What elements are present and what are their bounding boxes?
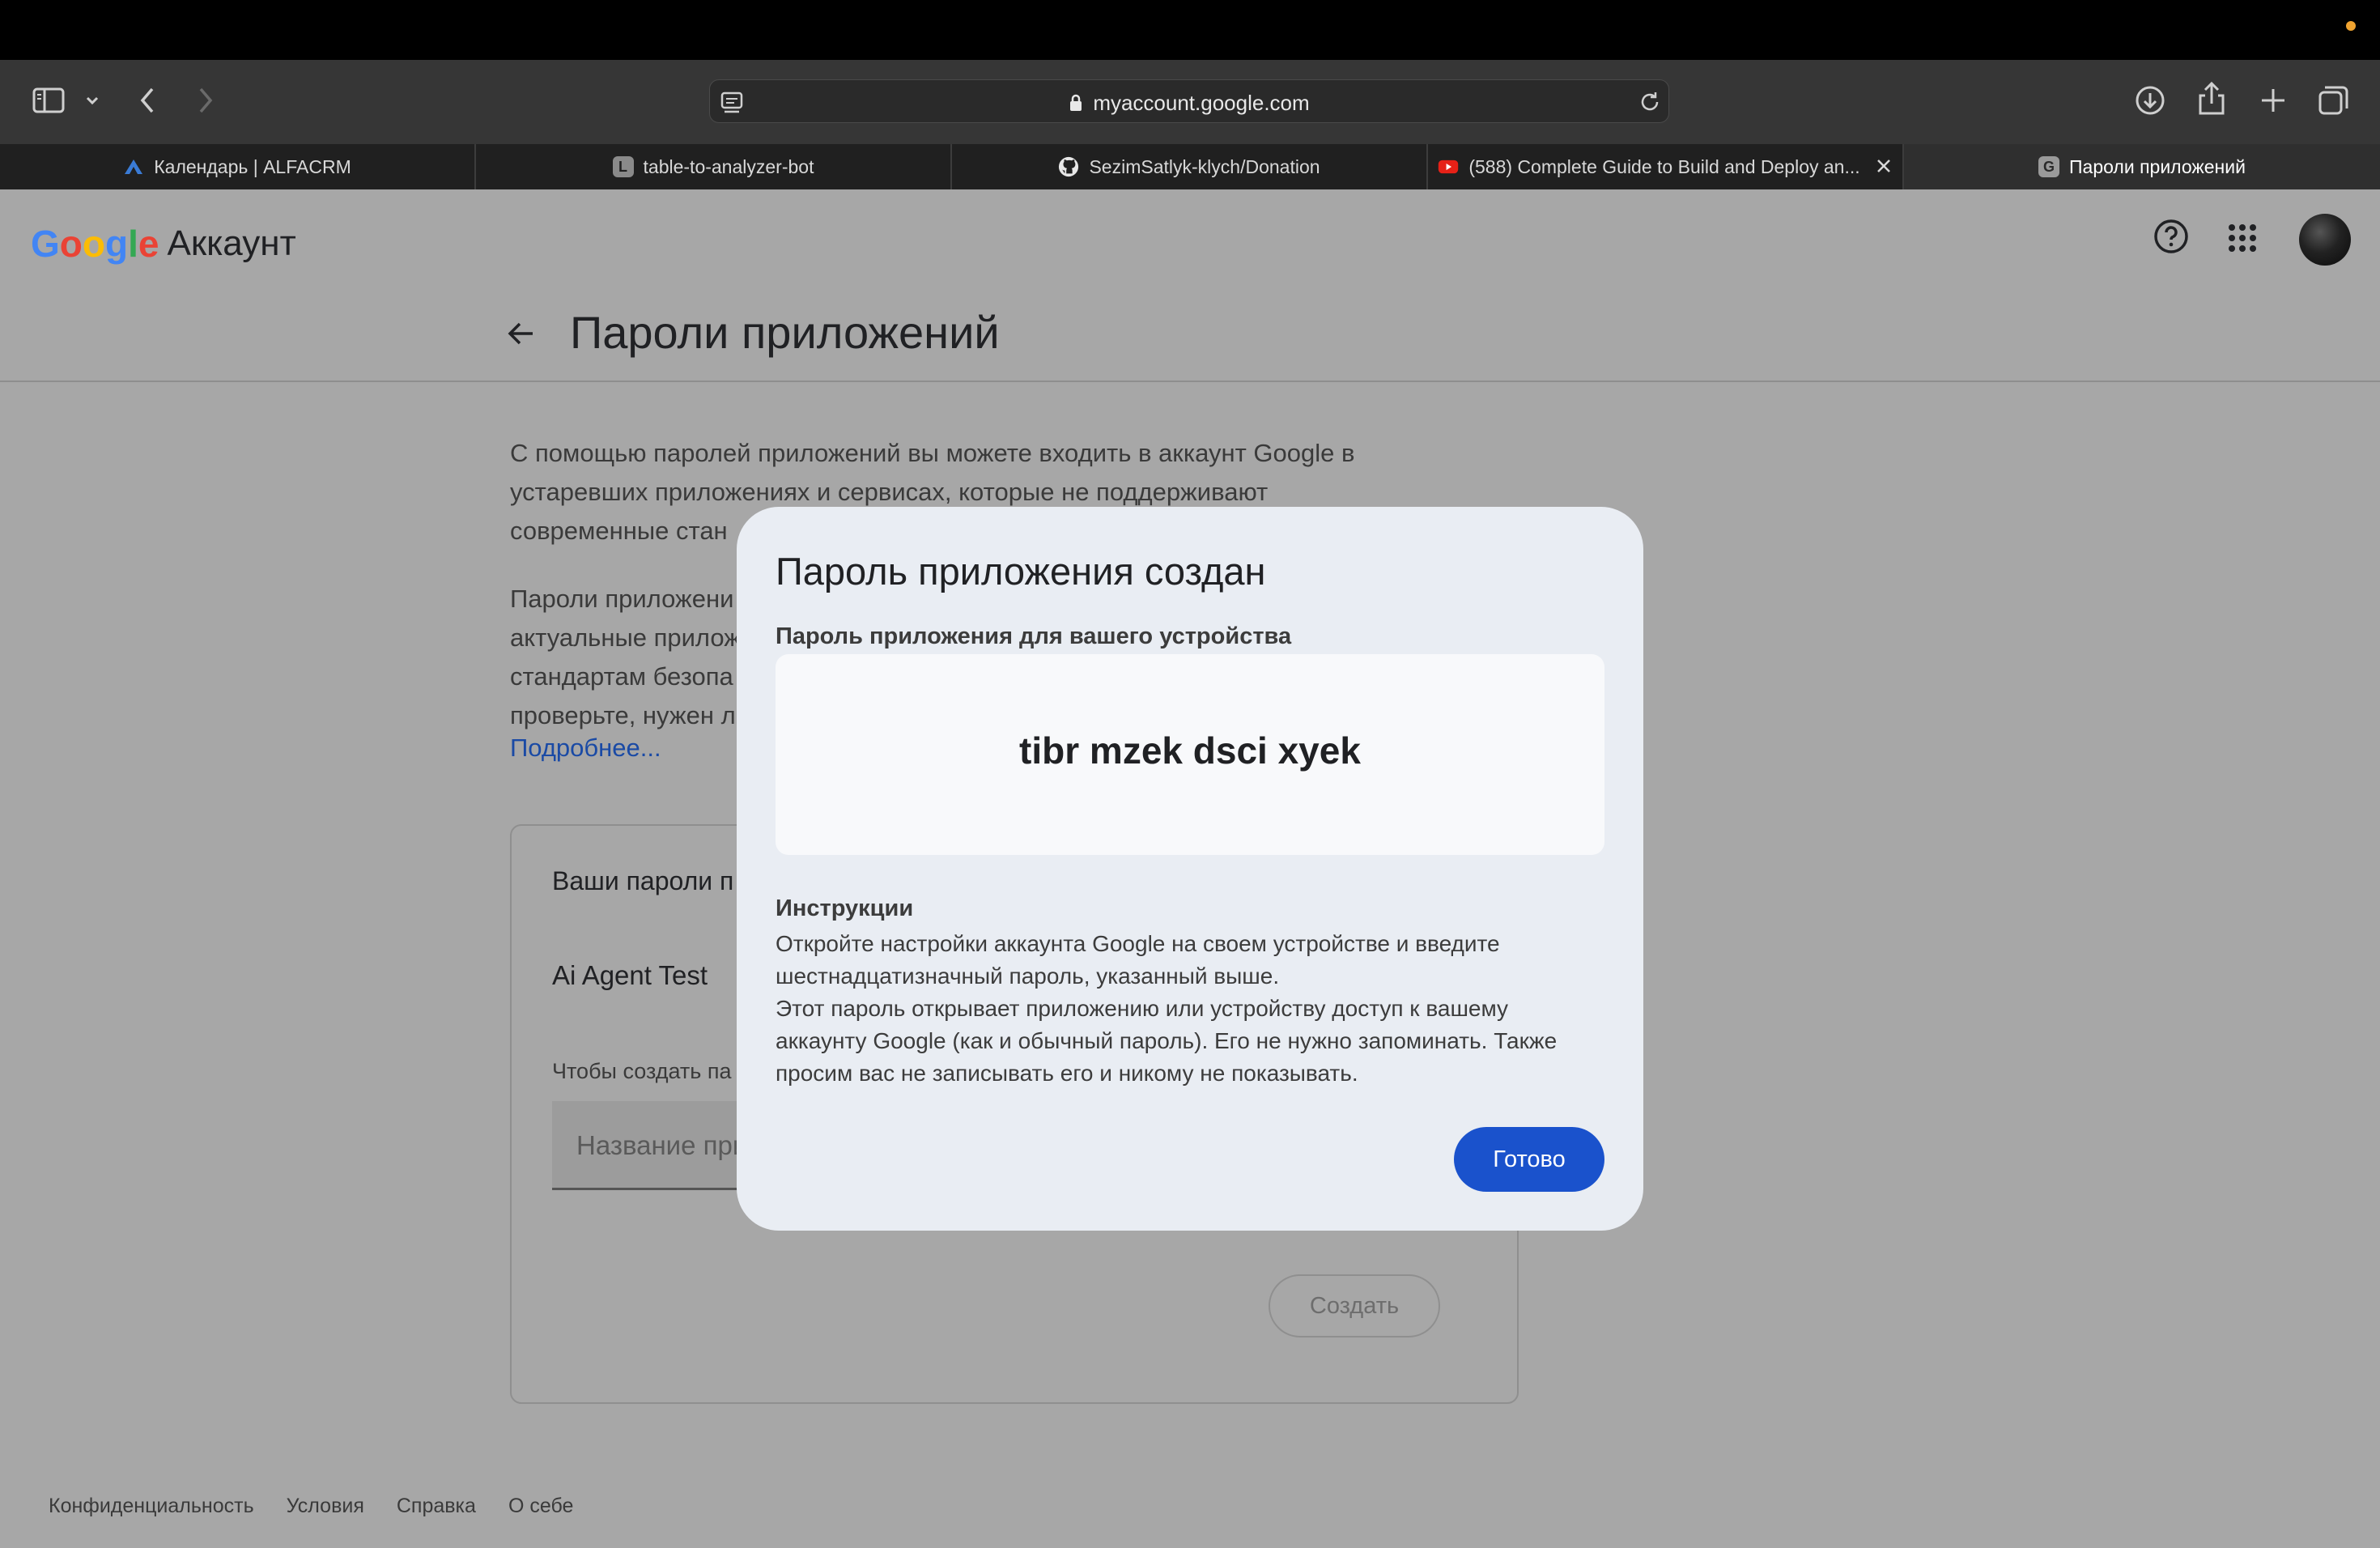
google-account-logo[interactable]: Google Аккаунт xyxy=(31,222,296,266)
instructions-text: Откройте настройки аккаунта Google на св… xyxy=(776,928,1609,1090)
instruction-line: просим вас не записывать его и никому не… xyxy=(776,1061,1358,1086)
lock-icon xyxy=(1069,92,1083,117)
tab-github-donation[interactable]: SezimSatlyk-klych/Donation xyxy=(952,144,1428,189)
app-name-placeholder: Название при xyxy=(576,1130,748,1160)
tab-youtube-guide[interactable]: (588) Complete Guide to Build and Deploy… xyxy=(1428,144,1904,189)
instruction-line: Откройте настройки аккаунта Google на св… xyxy=(776,931,1500,956)
password-created-dialog: Пароль приложения создан Пароль приложен… xyxy=(737,507,1643,1231)
tab-label: (588) Complete Guide to Build and Deploy… xyxy=(1468,155,1860,177)
close-tab-icon[interactable] xyxy=(1875,157,1893,180)
address-bar[interactable]: myaccount.google.com xyxy=(709,79,1669,123)
tab-table-to-analyzer-bot[interactable]: L table-to-analyzer-bot xyxy=(476,144,952,189)
intro-line: устаревших приложениях и сервисах, котор… xyxy=(510,478,1269,506)
password-label: Пароль приложения для вашего устройства xyxy=(776,623,1292,649)
account-wordmark: Аккаунт xyxy=(167,223,296,263)
create-button[interactable]: Создать xyxy=(1269,1274,1440,1337)
instruction-line: Этот пароль открывает приложению или уст… xyxy=(776,996,1509,1021)
url-display[interactable]: myaccount.google.com xyxy=(710,91,1668,117)
recording-indicator xyxy=(2346,21,2356,31)
page-title: Пароли приложений xyxy=(570,307,1000,358)
instructions-title: Инструкции xyxy=(776,895,914,921)
github-icon xyxy=(1058,156,1079,177)
footer-link-help[interactable]: Справка xyxy=(397,1495,476,1518)
alfacrm-icon xyxy=(123,156,144,177)
footer-link-about[interactable]: О себе xyxy=(508,1495,573,1518)
tab-app-passwords[interactable]: G Пароли приложений xyxy=(1904,144,2380,189)
youtube-icon xyxy=(1438,156,1459,177)
new-tab-icon[interactable] xyxy=(2259,86,2288,115)
dialog-title: Пароль приложения создан xyxy=(776,550,1266,593)
back-nav-icon[interactable] xyxy=(136,86,159,115)
tab-overview-icon[interactable] xyxy=(2317,84,2349,117)
back-arrow-icon[interactable] xyxy=(505,317,538,354)
tab-label: Календарь | ALFACRM xyxy=(154,155,351,177)
avatar[interactable] xyxy=(2299,214,2351,266)
reload-icon[interactable] xyxy=(1638,90,1662,114)
url-text: myaccount.google.com xyxy=(1093,91,1310,115)
create-hint-text: Чтобы создать па xyxy=(552,1059,732,1083)
instruction-line: шестнадцатизначный пароль, указанный выш… xyxy=(776,963,1280,989)
chevron-down-icon[interactable] xyxy=(84,92,100,108)
app-password-item[interactable]: Ai Agent Test xyxy=(552,960,708,991)
help-icon[interactable] xyxy=(2152,217,2191,260)
g-letter-icon: G xyxy=(2038,156,2060,177)
google-wordmark: Google xyxy=(31,223,159,265)
l-letter-icon: L xyxy=(612,156,634,177)
google-apps-icon[interactable] xyxy=(2228,223,2257,257)
download-icon[interactable] xyxy=(2134,84,2166,117)
learn-more-link[interactable]: Подробнее... xyxy=(510,734,661,763)
tab-label: table-to-analyzer-bot xyxy=(643,155,814,177)
generated-password[interactable]: tibr mzek dsci xyek xyxy=(776,729,1604,772)
tab-alfacrm[interactable]: Календарь | ALFACRM xyxy=(0,144,476,189)
sidebar-toggle-icon[interactable] xyxy=(32,87,65,113)
instruction-line: аккаунту Google (как и обычный пароль). … xyxy=(776,1028,1558,1053)
intro-line: С помощью паролей приложений вы можете в… xyxy=(510,439,1355,467)
header-divider xyxy=(0,381,2380,382)
footer-links: Конфиденциальность Условия Справка О себ… xyxy=(49,1495,573,1518)
tab-label: SezimSatlyk-klych/Donation xyxy=(1089,155,1320,177)
forward-nav-icon[interactable] xyxy=(194,86,217,115)
footer-link-terms[interactable]: Условия xyxy=(287,1495,364,1518)
footer-link-privacy[interactable]: Конфиденциальность xyxy=(49,1495,254,1518)
password-box: tibr mzek dsci xyek xyxy=(776,654,1604,855)
tab-bar: Календарь | ALFACRM L table-to-analyzer-… xyxy=(0,144,2380,189)
system-menu-bar xyxy=(0,0,2380,60)
card-title: Ваши пароли п xyxy=(552,866,734,895)
share-icon[interactable] xyxy=(2197,81,2226,117)
done-button[interactable]: Готово xyxy=(1454,1127,1604,1192)
tab-label: Пароли приложений xyxy=(2069,155,2246,177)
